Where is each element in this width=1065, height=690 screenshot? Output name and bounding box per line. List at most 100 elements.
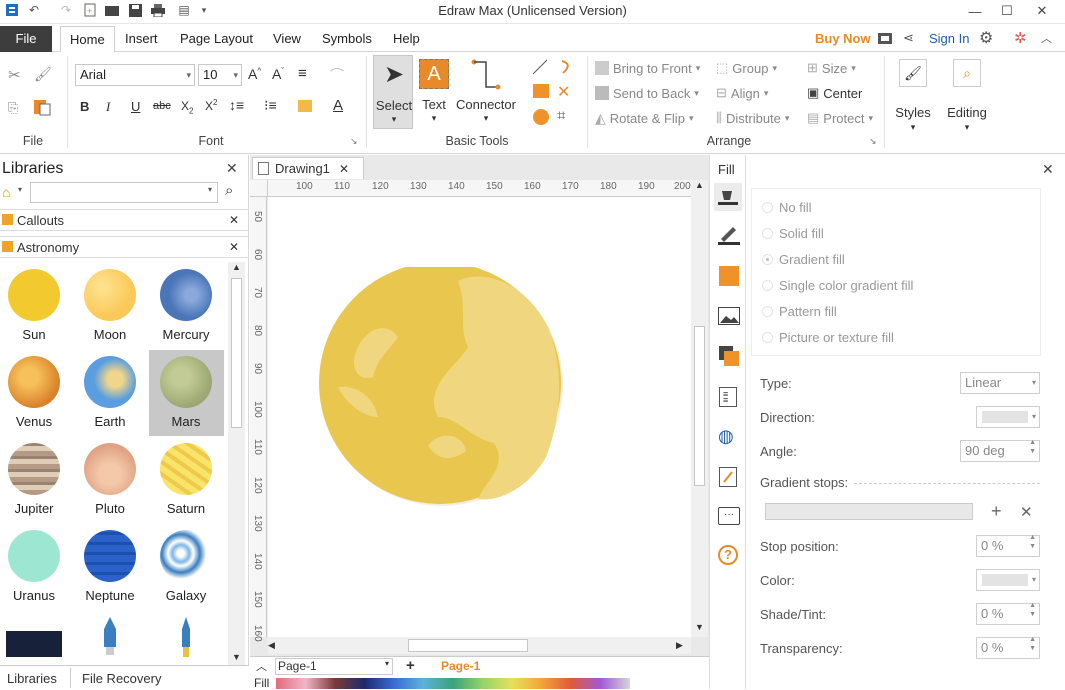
home-icon[interactable]: ⌂	[2, 184, 10, 200]
home-dropdown-icon[interactable]: ▾	[18, 185, 22, 194]
canvas-scroll-left-icon[interactable]: ◀	[268, 637, 282, 654]
bold-icon[interactable]: B	[80, 99, 89, 114]
direction-select[interactable]: ▾	[976, 406, 1040, 428]
canvas-scroll-down-icon[interactable]: ▼	[691, 622, 708, 636]
tab-libraries[interactable]: Libraries	[7, 671, 57, 686]
tab-symbols[interactable]: Symbols	[313, 26, 381, 52]
scroll-up-icon[interactable]: ▲	[228, 262, 245, 276]
shape-mars[interactable]: Mars	[148, 356, 224, 429]
underline-icon[interactable]: U	[131, 99, 140, 114]
cut-icon[interactable]: ✂	[8, 66, 21, 84]
color-swatches[interactable]	[276, 678, 630, 689]
subscript-icon[interactable]: X2	[181, 99, 193, 115]
help-icon[interactable]: ?	[718, 545, 738, 565]
libraries-scrollbar[interactable]: ▲ ▼	[228, 262, 245, 666]
canvas-scroll-up-icon[interactable]: ▲	[691, 180, 708, 192]
editing-button[interactable]: ⌕ Editing ▾	[946, 56, 988, 136]
scroll-thumb[interactable]	[231, 278, 242, 428]
text-tool-button[interactable]: A Text ▾	[416, 55, 452, 129]
transparency-spinner[interactable]: 0 % ▲ ▼	[976, 636, 1040, 659]
globe-icon[interactable]: ◍	[718, 426, 734, 447]
close-callouts-icon[interactable]: ✕	[229, 210, 239, 231]
library-category-callouts[interactable]: Callouts ✕	[0, 209, 248, 231]
share-icon[interactable]: ⋖	[903, 30, 914, 46]
drawing-page[interactable]	[268, 197, 691, 637]
group-button[interactable]: ⬚ Group ▾	[716, 58, 777, 78]
superscript-icon[interactable]: X2	[205, 98, 217, 113]
arrange-dialog-launcher-icon[interactable]: ↘	[869, 136, 877, 147]
tab-help[interactable]: Help	[384, 26, 429, 52]
apps-icon[interactable]: ✲	[1014, 29, 1027, 47]
note-edit-icon[interactable]	[719, 467, 737, 487]
shape-moon[interactable]: Moon	[72, 269, 148, 342]
styles-button[interactable]: 🖌 Styles ▾	[893, 56, 933, 136]
rotate-flip-button[interactable]: ◭ Rotate & Flip ▾	[595, 108, 693, 128]
image-icon[interactable]	[718, 307, 740, 325]
bring-to-front-button[interactable]: Bring to Front ▾	[595, 58, 700, 78]
shape-pluto[interactable]: Pluto	[72, 443, 148, 516]
tab-view[interactable]: View	[264, 26, 310, 52]
page-select[interactable]: Page-1 ▾	[275, 658, 393, 675]
line-style-icon[interactable]	[718, 225, 740, 245]
file-menu[interactable]: File	[0, 26, 52, 52]
color-select[interactable]: ▾	[976, 569, 1040, 591]
shape-rocket[interactable]	[100, 615, 120, 659]
option-no-fill[interactable]: No fill	[762, 200, 812, 215]
shape-sun[interactable]: Sun	[0, 269, 72, 342]
shape-jupiter[interactable]: Jupiter	[0, 443, 72, 516]
close-window-icon[interactable]: ✕	[1025, 0, 1059, 22]
planet-shape[interactable]	[318, 267, 568, 507]
page-tab-active[interactable]: Page-1	[441, 659, 480, 673]
font-size-select[interactable]: 10 ▾	[198, 64, 242, 86]
rectangle-tool-icon[interactable]	[533, 84, 549, 98]
shape-venus[interactable]: Venus	[0, 356, 72, 429]
grow-font-icon[interactable]: A^	[248, 66, 261, 82]
close-astronomy-icon[interactable]: ✕	[229, 237, 239, 258]
tab-insert[interactable]: Insert	[116, 26, 167, 52]
gradient-stops-bar[interactable]	[765, 503, 973, 520]
option-solid-fill[interactable]: Solid fill	[762, 226, 824, 241]
text-style-icon[interactable]: ⌒	[330, 65, 344, 85]
close-document-icon[interactable]: ✕	[339, 158, 349, 180]
shape-uranus[interactable]: Uranus	[0, 530, 72, 603]
copy-icon[interactable]: ⎘	[8, 100, 18, 116]
crop-tool-icon[interactable]: ⌗	[557, 107, 565, 124]
protect-button[interactable]: ▤ Protect ▾	[807, 108, 873, 128]
arc-tool-icon[interactable]	[557, 58, 575, 76]
connector-tool-button[interactable]: Connector ▾	[455, 55, 517, 129]
font-dialog-launcher-icon[interactable]: ↘	[350, 136, 358, 147]
comment-icon[interactable]: ···	[718, 507, 740, 525]
align-button[interactable]: ⊟ Align ▾	[716, 83, 768, 103]
page-bar-collapse-icon[interactable]: ︿	[256, 658, 267, 674]
canvas-scroll-right-icon[interactable]: ▶	[676, 637, 690, 654]
collapse-ribbon-icon[interactable]: ︿	[1041, 30, 1052, 46]
shape-style-icon[interactable]	[719, 266, 739, 286]
size-button[interactable]: ⊞ Size ▾	[807, 58, 856, 78]
paste-icon[interactable]	[32, 98, 54, 116]
document-tab[interactable]: Drawing1 ✕	[252, 157, 364, 179]
canvas-hscroll-thumb[interactable]	[408, 639, 528, 652]
canvas-vscroll-thumb[interactable]	[694, 326, 705, 486]
shape-galaxy[interactable]: Galaxy	[148, 530, 224, 603]
send-to-back-button[interactable]: Send to Back ▾	[595, 83, 699, 103]
line-spacing-icon[interactable]: ↕≡	[229, 97, 244, 113]
settings-gear-icon[interactable]: ⚙	[979, 28, 993, 48]
shape-saturn[interactable]: Saturn	[148, 443, 224, 516]
font-name-select[interactable]: Arial ▾	[75, 64, 195, 86]
maximize-icon[interactable]: ☐	[990, 0, 1024, 22]
bullets-icon[interactable]: ⁝≡	[264, 97, 277, 114]
shape-neptune[interactable]: Neptune	[72, 530, 148, 603]
canvas-vertical-scrollbar[interactable]: ▲ ▼	[691, 180, 708, 637]
tab-page-layout[interactable]: Page Layout	[171, 26, 262, 52]
italic-icon[interactable]: I	[106, 99, 110, 115]
font-color-icon[interactable]: A	[333, 97, 343, 114]
fill-bucket-icon[interactable]	[714, 183, 742, 211]
minimize-icon[interactable]: —	[958, 0, 992, 22]
remove-stop-icon[interactable]: ✕	[1020, 503, 1033, 521]
shape-mercury[interactable]: Mercury	[148, 269, 224, 342]
shade-tint-spinner[interactable]: 0 % ▲ ▼	[976, 602, 1040, 625]
scroll-down-icon[interactable]: ▼	[228, 652, 245, 666]
ellipse-tool-icon[interactable]	[533, 109, 549, 125]
close-libraries-icon[interactable]: ✕	[226, 160, 238, 177]
add-page-icon[interactable]: +	[406, 657, 415, 674]
